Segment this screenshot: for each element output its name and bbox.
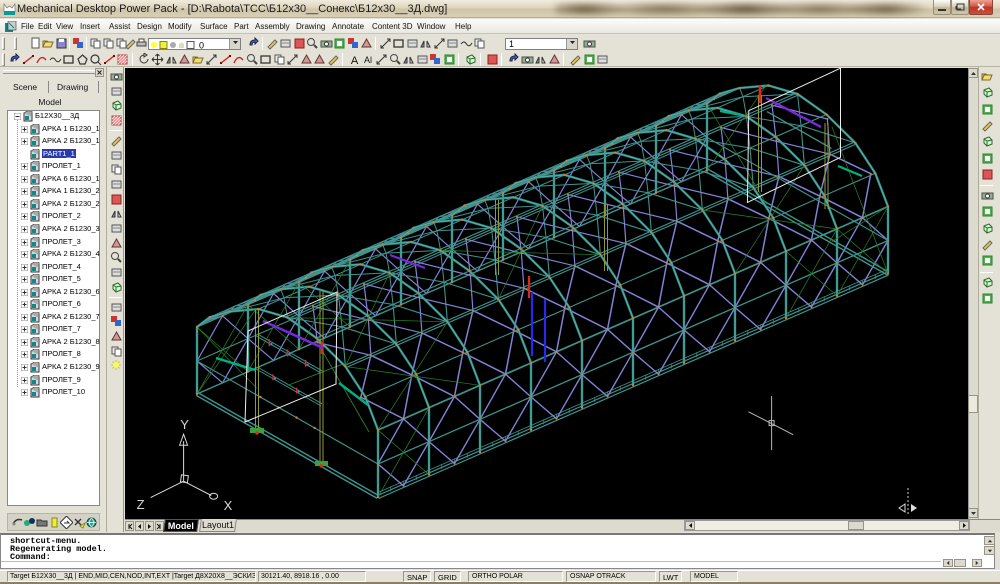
svg-text:X: X (224, 498, 233, 513)
svg-text:Al: Al (363, 55, 371, 65)
svg-text:Y: Y (180, 417, 189, 432)
svg-text:0: 0 (199, 41, 204, 51)
svg-text:A: A (351, 55, 359, 66)
svg-text:Z: Z (137, 497, 145, 512)
